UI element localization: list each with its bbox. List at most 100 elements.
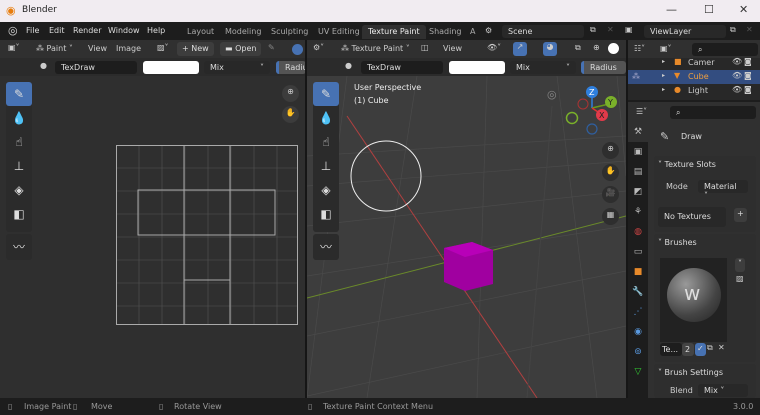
clone-tool-icon[interactable]: ⊥ [313,154,339,178]
brush-selector[interactable]: TexDraw [55,61,137,74]
unlink-brush-icon[interactable]: ✕ [718,343,725,352]
cube[interactable] [444,242,493,291]
view-layer-icon[interactable]: ▣ [625,25,633,34]
ortho-grid-icon[interactable]: ▦ [602,208,619,225]
world-tab-icon[interactable]: ◍ [628,222,648,242]
paint-mode-selector[interactable]: ⁂ Paint ˅ [36,44,73,53]
outliner[interactable]: ☷˅ ▣˅ ⌕ ▸ ■ Camer 👁 ◙ ⁂ ▸ ▼ Cube 👁 ◙ ▸ ● Ligh… [628,40,760,100]
collection-tab-icon[interactable]: ▭ [628,242,648,262]
menu-image[interactable]: Image [116,44,141,53]
modifier-tab-icon[interactable]: 🔧 [628,282,648,302]
texture-paint-mode-selector[interactable]: ⁂ Texture Paint ˅ [341,44,410,53]
tab-uv-editing[interactable]: UV Editing [312,25,366,39]
tab-sculpting[interactable]: Sculpting [265,25,314,39]
annotate-tool-icon[interactable]: 〰 [313,234,339,258]
outliner-item[interactable]: ▸ ■ Camer 👁 ◙ [628,56,760,70]
draw-tool-icon[interactable]: ✎ [6,82,32,106]
camera-view-icon[interactable]: 🎥 [602,186,619,203]
display-mode-icon[interactable]: ☷˅ [634,44,645,53]
brushes-header[interactable]: ˅ Brushes [658,238,697,247]
draw-tool-icon[interactable]: ✎ [313,82,339,106]
brush-settings-header[interactable]: ˅ Brush Settings [658,368,723,377]
view-layer-selector[interactable]: ViewLayer [644,25,726,38]
gizmo-toggle-icon[interactable]: ↗ [513,42,527,56]
scene-tab-icon[interactable]: ⚘ [628,202,648,222]
output-tab-icon[interactable]: ▤ [628,162,648,182]
smear-tool-icon[interactable]: ☝ [313,130,339,154]
brush-name-field[interactable]: Te... [660,343,682,356]
eye-icon[interactable]: 👁 [732,57,742,66]
brush-users-count[interactable]: 2 [682,343,694,356]
scene-selector[interactable]: Scene [502,25,584,38]
scene-icon[interactable]: ⚙ [485,26,492,35]
brush-preview[interactable]: w [660,258,727,342]
view-layer-tab-icon[interactable]: ◩ [628,182,648,202]
blender-menu-icon[interactable]: ◎ [8,24,18,37]
navigation-gizmo[interactable]: Z Y X [560,84,624,144]
brush-image-icon[interactable]: ▨ [736,274,744,283]
3d-viewport[interactable]: ⚙˅ ⁂ Texture Paint ˅ ◫ View 👁˅ ↗ ◕ ⧉ ⊕ ●… [307,40,626,398]
mask-tool-icon[interactable]: ◧ [6,202,32,226]
image-editor[interactable]: ▣˅ ⁂ Paint ˅ View Image ▨˅ + New ▬ Open … [0,40,312,398]
menu-window[interactable]: Window [108,26,140,35]
minimize-button[interactable]: — [666,3,677,16]
close-button[interactable]: ✕ [739,3,748,16]
smear-tool-icon[interactable]: ☝ [6,130,32,154]
outliner-search[interactable]: ⌕ [692,43,758,56]
new-view-layer-icon[interactable]: ⧉ [730,25,736,35]
editor-type-icon[interactable]: ⚙˅ [313,43,324,52]
annotate-tool-icon[interactable]: 〰 [6,234,32,258]
eye-icon[interactable]: 👁 [732,85,742,94]
pin-icon[interactable]: ✎ [268,43,275,52]
image-browse-icon[interactable]: ▨˅ [157,43,169,52]
data-tab-icon[interactable]: ▽ [628,362,648,382]
delete-scene-icon[interactable]: ✕ [607,25,614,34]
xray-icon[interactable]: ⧉ [575,43,581,53]
blend-selector[interactable]: Mix ˅ [510,61,576,74]
brush-icon[interactable]: ● [40,61,47,70]
open-image-button[interactable]: ▬ Open [220,42,262,56]
pan-hand-icon[interactable]: ✋ [602,164,619,181]
editor-type-icon[interactable]: ▣˅ [8,43,20,52]
soften-tool-icon[interactable]: 💧 [313,106,339,130]
tab-shading[interactable]: Shading [423,25,468,39]
pan-hand-icon[interactable]: ✋ [282,106,299,123]
add-texture-button[interactable]: + [734,208,747,222]
zoom-icon[interactable]: ⊕ [602,142,619,159]
tool-tab-icon[interactable]: ⚒ [628,122,648,142]
outliner-item[interactable]: ▸ ● Light 👁 ◙ [628,84,760,98]
texture-slots-header[interactable]: ˅ Texture Slots [658,160,716,169]
tab-animation[interactable]: A [464,25,481,39]
new-image-button[interactable]: + New [177,42,214,56]
brush-selector[interactable]: TexDraw [361,61,443,74]
maximize-button[interactable]: ☐ [704,3,714,16]
clone-tool-icon[interactable]: ⊥ [6,154,32,178]
outliner-item-selected[interactable]: ⁂ ▸ ▼ Cube 👁 ◙ [628,70,760,84]
blend-selector[interactable]: Mix ˅ [698,384,748,397]
delete-view-layer-icon[interactable]: ✕ [746,25,753,34]
particles-tab-icon[interactable]: ⋰ [628,302,648,322]
tab-texture-paint[interactable]: Texture Paint [362,25,426,39]
menu-view[interactable]: View [443,44,462,53]
constraints-tab-icon[interactable]: ⊚ [628,342,648,362]
properties-search[interactable]: ⌕ [670,106,756,119]
menu-view[interactable]: View [88,44,107,53]
object-tab-icon[interactable]: ■ [628,262,648,282]
solid-shading-icon[interactable] [608,43,619,54]
paint-display-icon[interactable] [292,44,303,55]
duplicate-brush-icon[interactable]: ⧉ [707,343,713,353]
menu-file[interactable]: File [26,26,39,35]
render-camera-icon[interactable]: ◙ [744,71,752,80]
blend-selector[interactable]: Mix ˅ [204,61,270,74]
fake-user-shield-icon[interactable]: ✓ [695,343,706,356]
editor-type-icon[interactable]: ☰˅ [636,107,647,116]
radius-slider[interactable]: Radius [581,61,626,74]
fill-tool-icon[interactable]: ◈ [313,178,339,202]
paint-mask-icon[interactable]: ◫ [421,43,429,52]
wireframe-shading-icon[interactable]: ⊕ [593,43,600,52]
render-tab-icon[interactable]: ▣ [628,142,648,162]
soften-tool-icon[interactable]: 💧 [6,106,32,130]
brush-dropdown-button[interactable]: ˅ [735,258,745,272]
eye-icon[interactable]: 👁 [732,71,742,80]
mask-tool-icon[interactable]: ◧ [313,202,339,226]
